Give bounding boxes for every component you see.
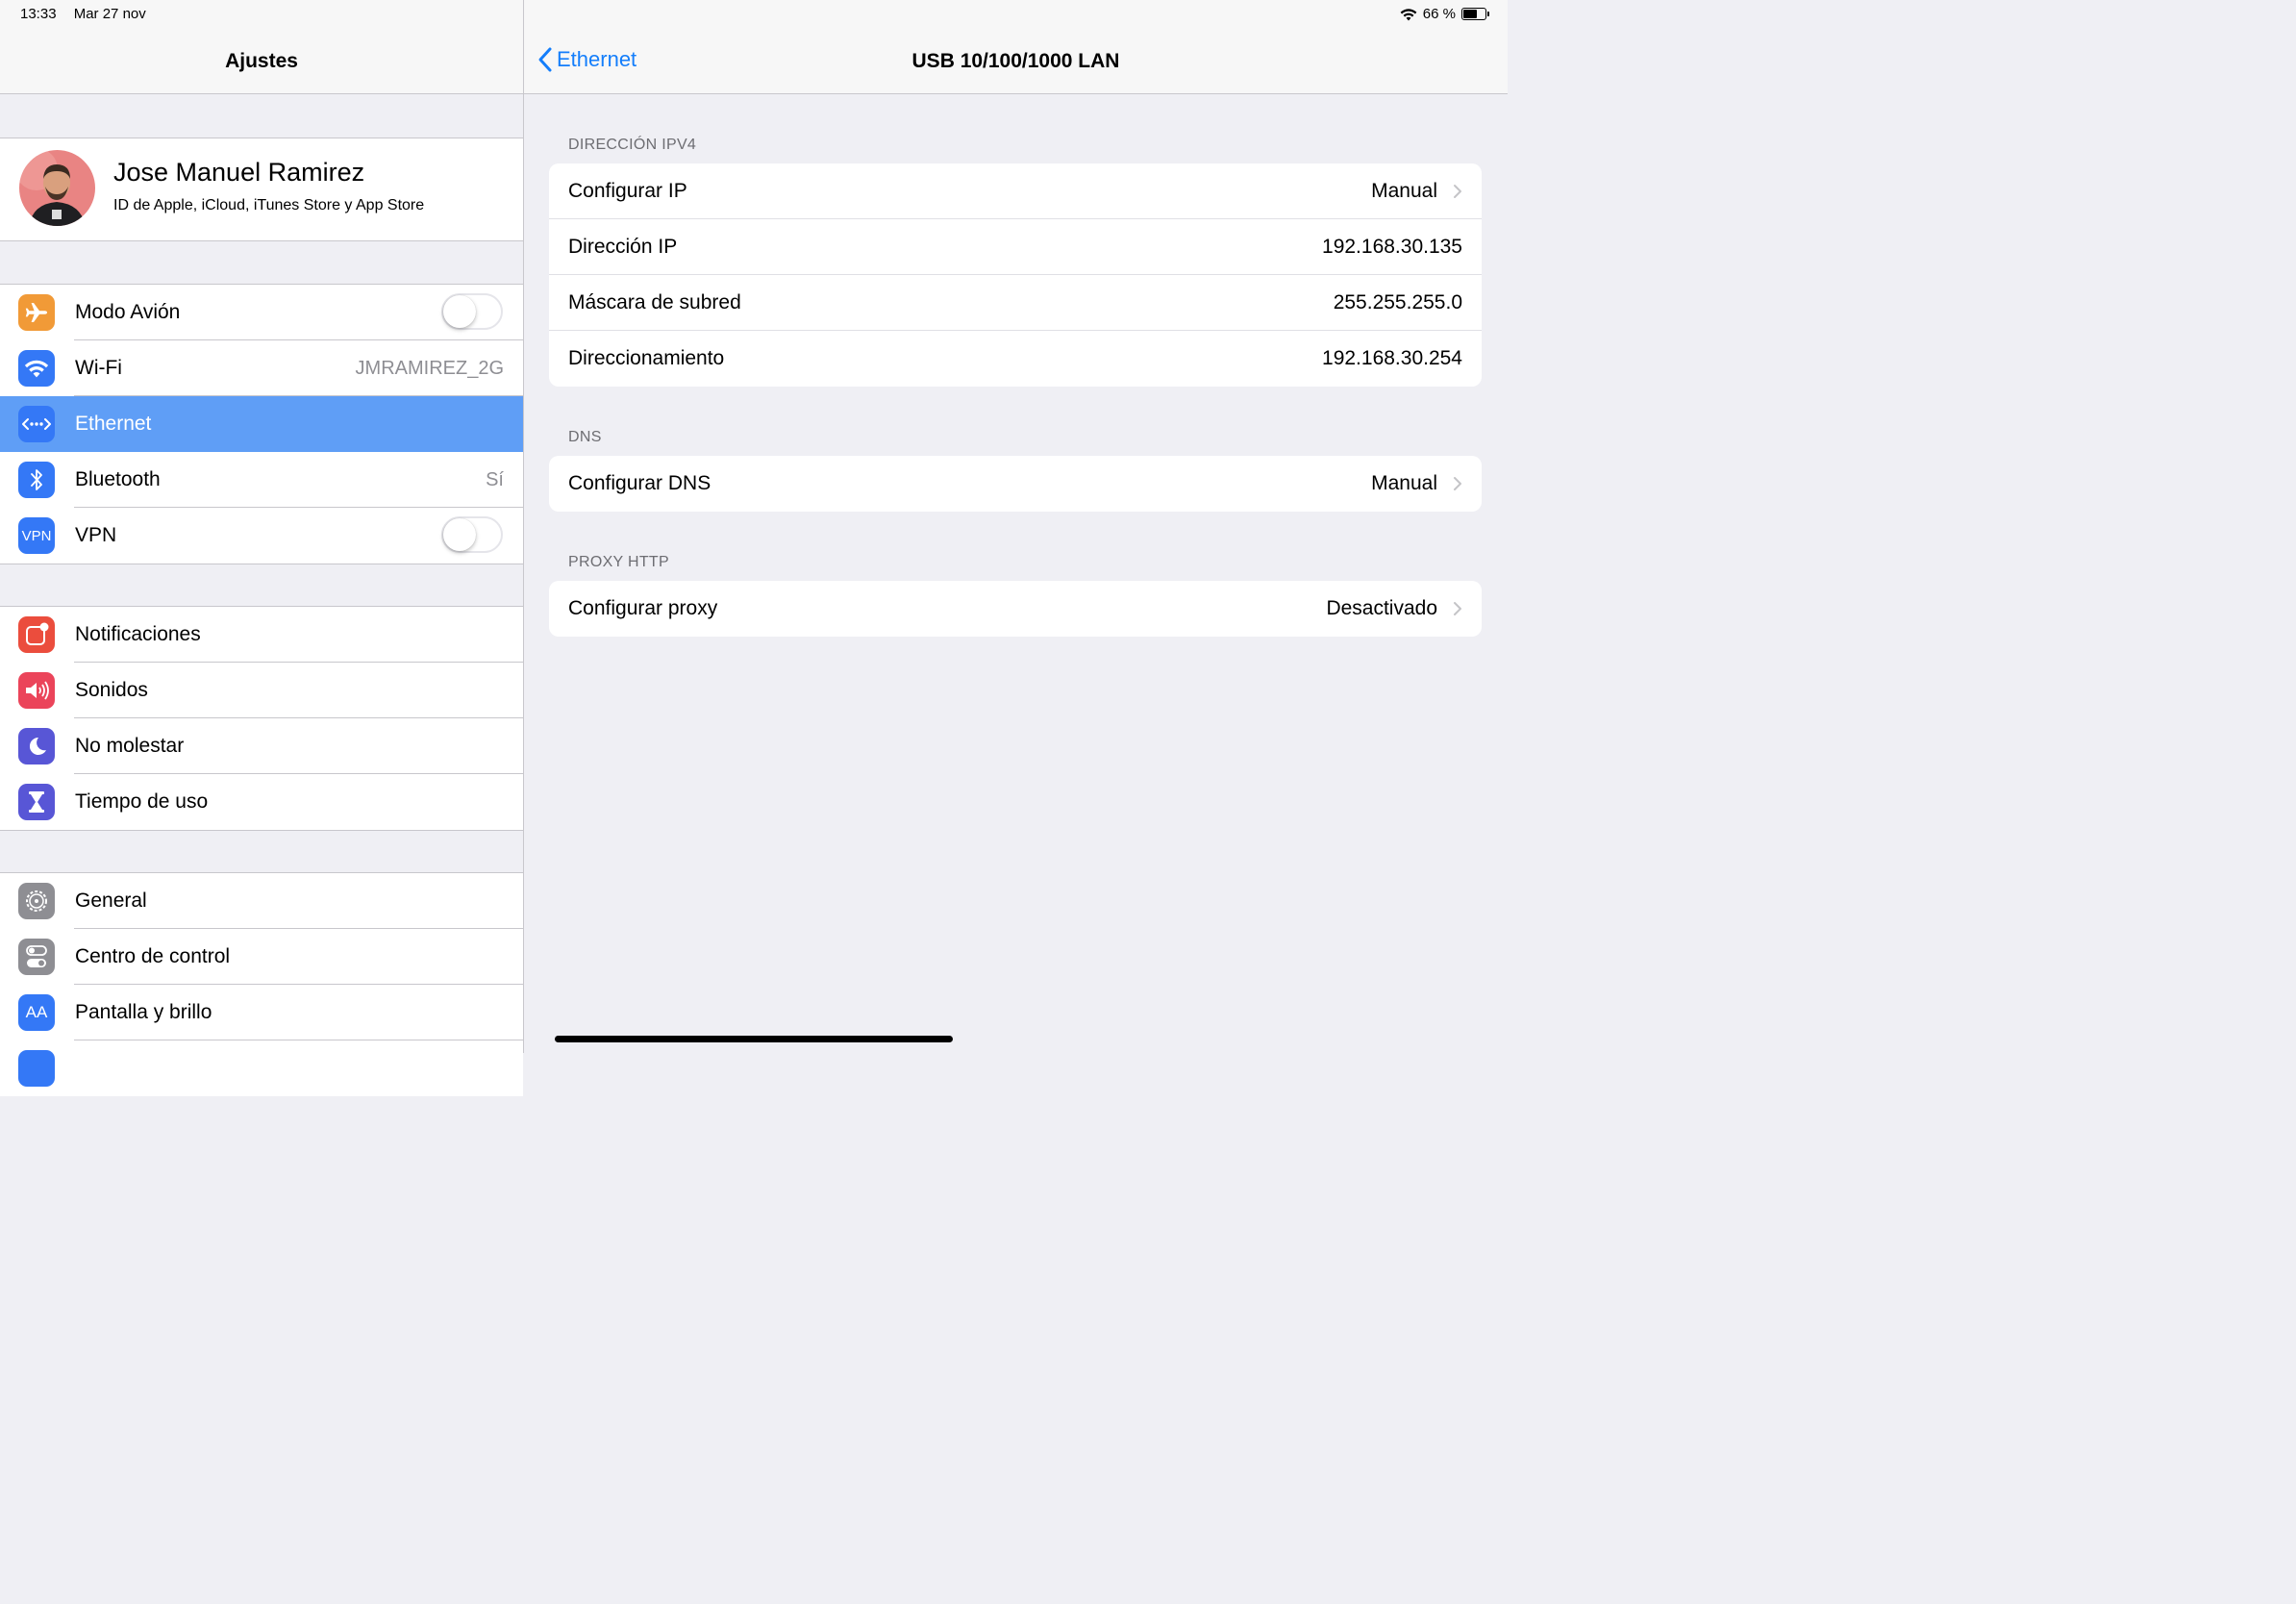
row-value: 192.168.30.254 [1322,347,1462,369]
sidebar-item-label: Pantalla y brillo [75,1001,212,1023]
sidebar-item-vpn[interactable]: VPN VPN [0,508,523,564]
sidebar-item-label: Ethernet [75,413,152,435]
sidebar-item-label: Wi-Fi [75,357,122,379]
chevron-right-icon [1454,602,1461,615]
sidebar-item-general[interactable]: General [0,873,523,929]
status-bar: 13:33 Mar 27 nov 66 % [0,0,1508,31]
avatar [19,150,95,226]
bluetooth-value: Sí [486,469,504,490]
section-header-proxy: PROXY HTTP [568,554,669,570]
apple-id-profile[interactable]: Jose Manuel Ramirez ID de Apple, iCloud,… [0,138,523,241]
row-label: Máscara de subred [568,291,741,313]
configure-dns-row[interactable]: Configurar DNS Manual [549,456,1482,512]
airplane-mode-toggle[interactable] [441,293,503,330]
configure-proxy-row[interactable]: Configurar proxy Desactivado [549,581,1482,637]
vpn-icon-text: VPN [21,527,52,544]
sidebar-item-no-molestar[interactable]: No molestar [0,718,523,774]
row-label: Configurar IP [568,180,687,202]
hourglass-icon [18,784,55,820]
display-icon-text: AA [25,1003,48,1021]
profile-name: Jose Manuel Ramirez [113,158,365,187]
status-left: 13:33 Mar 27 nov [20,6,160,22]
sidebar-item-sonidos[interactable]: Sonidos [0,663,523,718]
chevron-right-icon [1454,185,1461,198]
wifi-icon [18,350,55,387]
battery-icon [1461,8,1489,20]
proxy-card: Configurar proxy Desactivado [549,581,1482,637]
detail-title: USB 10/100/1000 LAN [911,50,1120,72]
profile-subtitle: ID de Apple, iCloud, iTunes Store y App … [113,197,425,213]
connectivity-group: Modo Avión Wi-Fi JMRAMIREZ_2G Ethernet B… [0,284,523,564]
sidebar-item-label: Tiempo de uso [75,790,209,813]
notifications-group: Notificaciones Sonidos No molestar Tiemp… [0,606,523,831]
section-header-ipv4: DIRECCIÓN IPV4 [568,137,697,153]
sidebar-item-tiempo-de-uso[interactable]: Tiempo de uso [0,774,523,830]
sidebar-item-label: Bluetooth [75,468,161,490]
sidebar-item-label: General [75,890,147,912]
sidebar-item-label: Modo Avión [75,301,181,323]
status-time: 13:33 [20,6,57,22]
status-date: Mar 27 nov [73,6,146,22]
sidebar-title: Ajustes [225,50,298,72]
display-icon: AA [18,994,55,1031]
sidebar-item-label: No molestar [75,735,185,757]
ethernet-icon [18,406,55,442]
wifi-status-icon [1400,8,1417,20]
row-value: 192.168.30.135 [1322,236,1462,258]
detail-pane: Ethernet USB 10/100/1000 LAN DIRECCIÓN I… [524,0,1508,1053]
sounds-icon [18,672,55,709]
chevron-right-icon [1454,477,1461,490]
row-label: Direccionamiento [568,347,725,369]
home-indicator[interactable] [555,1036,953,1042]
settings-sidebar: Ajustes Jose Manuel Ramirez ID de Apple,… [0,0,524,1096]
gear-icon [18,883,55,919]
sidebar-item-bluetooth[interactable]: Bluetooth Sí [0,452,523,508]
airplane-icon [18,294,55,331]
sidebar-item-centro-de-control[interactable]: Centro de control [0,929,523,985]
dns-card: Configurar DNS Manual [549,456,1482,512]
sidebar-item-notificaciones[interactable]: Notificaciones [0,607,523,663]
bluetooth-icon [18,462,55,498]
sidebar-item-label: VPN [75,524,117,546]
sidebar-item-modo-avion[interactable]: Modo Avión [0,285,523,340]
row-label: Configurar proxy [568,597,718,619]
ip-address-row: Dirección IP 192.168.30.135 [549,219,1482,275]
sidebar-item-label: Centro de control [75,945,231,967]
notifications-icon [18,616,55,653]
sidebar-item-partial[interactable] [0,1040,523,1096]
row-value: Desactivado [1326,597,1437,619]
row-value: Manual [1371,472,1437,494]
partial-icon [18,1050,55,1087]
sidebar-item-wifi[interactable]: Wi-Fi JMRAMIREZ_2G [0,340,523,396]
subnet-mask-row: Máscara de subred 255.255.255.0 [549,275,1482,331]
wifi-network-value: JMRAMIREZ_2G [355,358,504,379]
row-label: Configurar DNS [568,472,711,494]
section-header-dns: DNS [568,429,602,445]
sidebar-item-label: Notificaciones [75,623,201,645]
sidebar-item-ethernet[interactable]: Ethernet [0,396,523,452]
row-value: Manual [1371,180,1437,202]
configure-ip-row[interactable]: Configurar IP Manual [549,163,1482,219]
sidebar-item-pantalla-y-brillo[interactable]: AA Pantalla y brillo [0,985,523,1040]
ipv4-card: Configurar IP Manual Dirección IP 192.16… [549,163,1482,387]
row-value: 255.255.255.0 [1333,291,1462,313]
control-center-icon [18,939,55,975]
status-right: 66 % [1400,6,1489,22]
vpn-icon: VPN [18,517,55,554]
moon-icon [18,728,55,764]
router-row: Direccionamiento 192.168.30.254 [549,331,1482,387]
vpn-toggle[interactable] [441,516,503,553]
sidebar-item-label: Sonidos [75,679,148,701]
row-label: Dirección IP [568,236,678,258]
general-group: General Centro de control AA Pantalla y … [0,872,523,1096]
battery-percent: 66 % [1422,6,1456,22]
